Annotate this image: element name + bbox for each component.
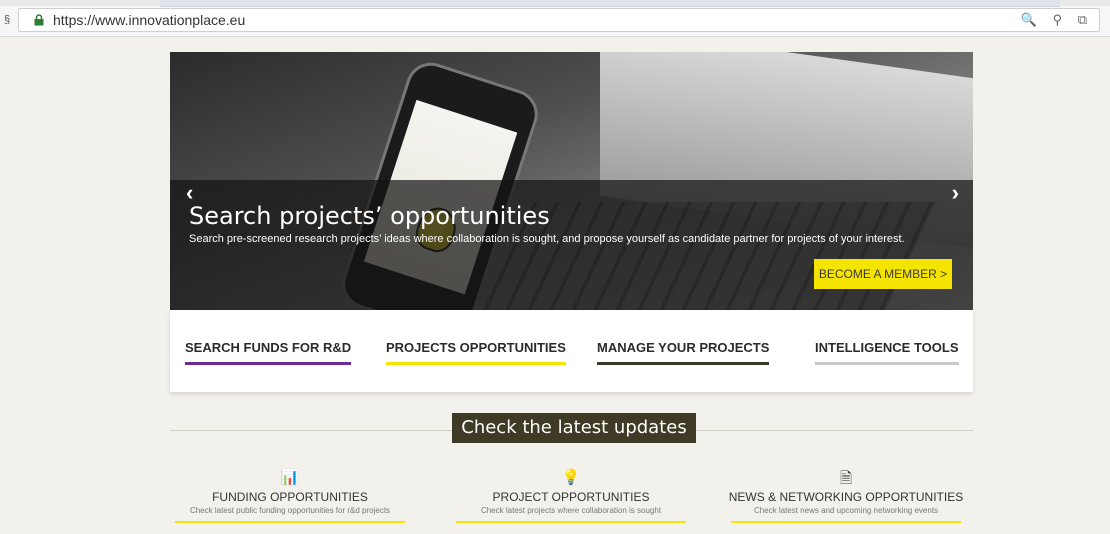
updates-heading: Check the latest updates: [452, 413, 696, 443]
tab-label: INTELLIGENCE TOOLS: [815, 340, 959, 355]
lock-icon: [34, 14, 44, 26]
url-text: https://www.innovationplace.eu: [53, 12, 246, 28]
tab-underline: [815, 362, 959, 365]
become-member-button[interactable]: BECOME A MEMBER >: [814, 259, 952, 289]
tab-underline: [185, 362, 352, 365]
tab-intelligence-tools[interactable]: INTELLIGENCE TOOLS: [815, 340, 959, 365]
tab-label: MANAGE YOUR PROJECTS: [597, 340, 770, 355]
column-subtitle: Check latest news and upcoming networkin…: [753, 506, 939, 515]
tab-label: SEARCH FUNDS FOR R&D: [185, 340, 352, 355]
column-title: FUNDING OPPORTUNITIES: [212, 490, 368, 504]
hero-title: Search projects’ opportunities: [189, 202, 550, 230]
browser-chrome: § https://www.innovationplace.eu 🔍 ⚲ ⧉: [0, 0, 1110, 37]
hero-slider: ‹ › Search projects’ opportunities Searc…: [170, 52, 973, 310]
news-networking-opportunities[interactable]: 🗎 NEWS & NETWORKING OPPORTUNITIES Check …: [716, 468, 976, 523]
project-opportunities[interactable]: 💡 PROJECT OPPORTUNITIES Check latest pro…: [441, 468, 701, 523]
column-underline: [175, 521, 405, 523]
tab-search-funds[interactable]: SEARCH FUNDS FOR R&D: [185, 340, 352, 365]
tab-underline: [386, 362, 566, 365]
column-subtitle: Check latest public funding opportunitie…: [189, 506, 391, 515]
section-nav: SEARCH FUNDS FOR R&D PROJECTS OPPORTUNIT…: [170, 310, 973, 392]
column-underline: [456, 521, 686, 523]
tab-projects-opportunities[interactable]: PROJECTS OPPORTUNITIES: [386, 340, 566, 365]
slider-next-icon[interactable]: ›: [952, 180, 959, 206]
column-title: NEWS & NETWORKING OPPORTUNITIES: [728, 490, 964, 504]
chrome-tab-fragment: [160, 0, 1060, 7]
chrome-left-icon: §: [4, 14, 11, 26]
tab-label: PROJECTS OPPORTUNITIES: [386, 340, 566, 355]
funding-opportunities[interactable]: 📊 FUNDING OPPORTUNITIES Check latest pub…: [160, 468, 420, 523]
address-bar[interactable]: https://www.innovationplace.eu 🔍 ⚲ ⧉: [18, 8, 1100, 32]
column-subtitle: Check latest projects where collaboratio…: [480, 506, 662, 515]
column-underline: [731, 521, 961, 523]
address-tools[interactable]: 🔍 ⚲ ⧉: [1021, 12, 1093, 28]
hero-description: Search pre-screened research projects’ i…: [189, 233, 905, 245]
column-title: PROJECT OPPORTUNITIES: [492, 490, 650, 504]
tab-manage-projects[interactable]: MANAGE YOUR PROJECTS: [597, 340, 770, 365]
document-icon: 🗎: [839, 470, 853, 487]
tab-underline: [597, 362, 770, 365]
lightbulb-icon: 💡: [561, 469, 581, 486]
chart-icon: 📊: [280, 469, 300, 486]
